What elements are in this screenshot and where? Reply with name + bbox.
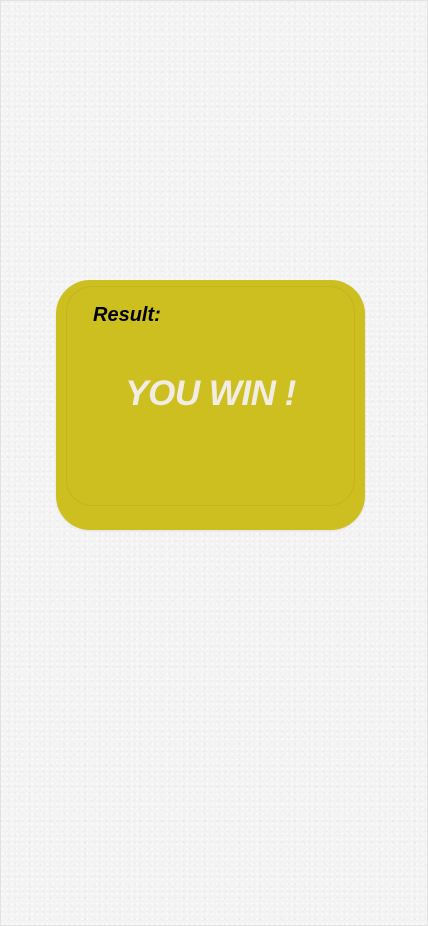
result-message: YOU WIN ! — [125, 374, 296, 413]
result-card: Result: YOU WIN ! — [56, 280, 365, 530]
result-label: Result: — [93, 304, 161, 326]
